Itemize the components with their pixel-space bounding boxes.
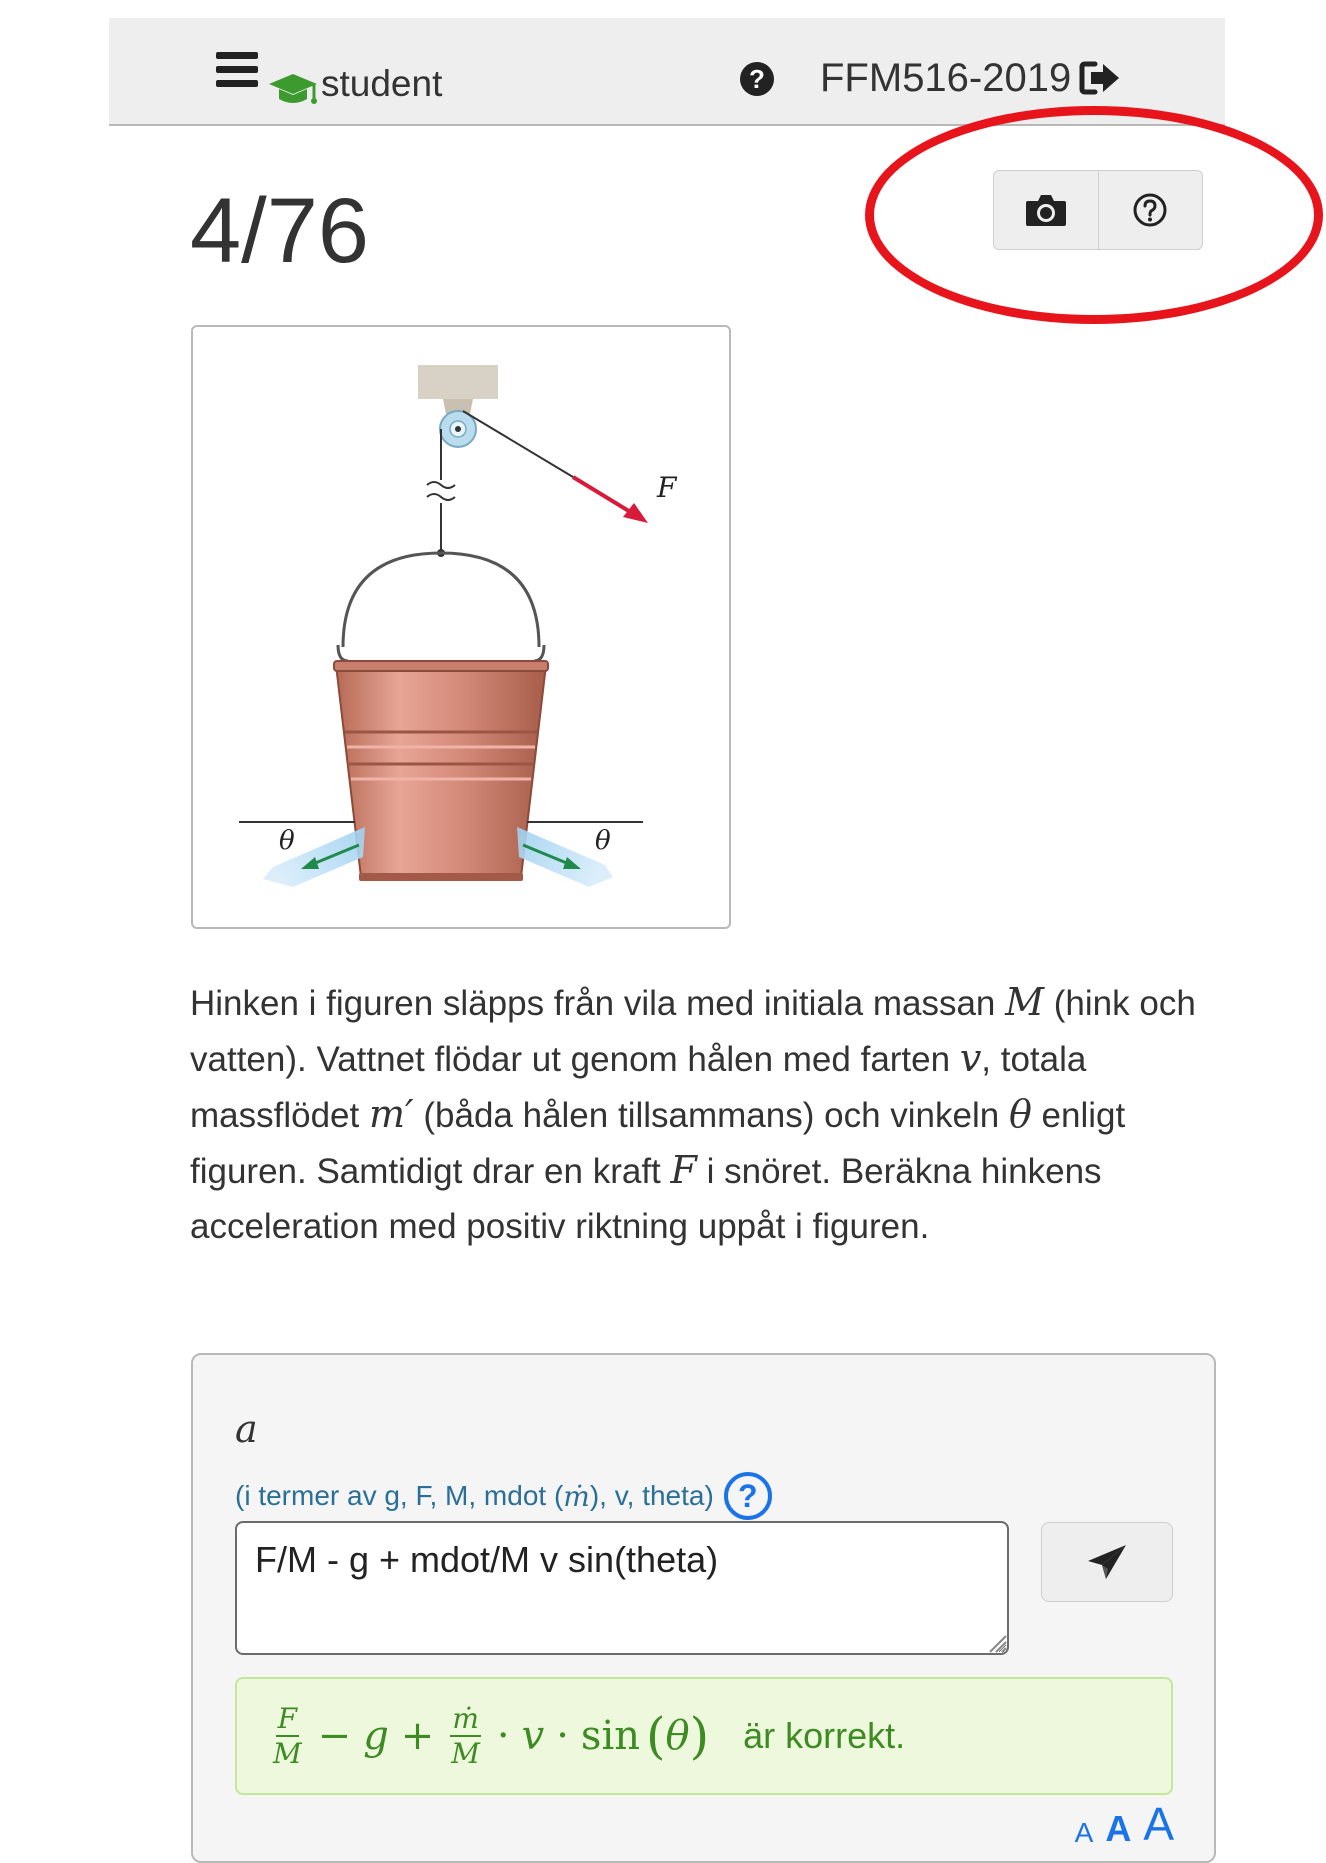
statement-text: (båda hålen tillsammans) och vinkeln (413, 1096, 1009, 1135)
problem-help-button[interactable] (1097, 171, 1203, 249)
math-theta: θ (665, 1713, 690, 1759)
answer-hint: (i termer av g, F, M, mdot ( ṁ ), v, the… (235, 1472, 772, 1520)
fraction-denominator: M (273, 1736, 302, 1770)
font-size-large-button[interactable]: A (1143, 1801, 1174, 1847)
camera-icon (1025, 195, 1066, 226)
bucket (334, 664, 548, 878)
course-code: FFM516-2019 (820, 56, 1072, 100)
graduation-cap-icon (269, 74, 317, 104)
fraction-numerator: F (275, 1701, 300, 1737)
sign-out-icon (1079, 61, 1120, 95)
dot-operator: · (556, 1713, 569, 1759)
feedback-result-text: är korrekt. (743, 1715, 906, 1756)
feedback-expression: F M − g + ṁ M · v · sin ( θ ) (269, 1701, 710, 1770)
hint-prefix: (i termer av g, F, M, mdot ( (235, 1480, 564, 1511)
force-arrow (571, 475, 639, 518)
math-v: v (959, 1036, 982, 1080)
feedback-alert: F M − g + ṁ M · v · sin ( θ ) är korrekt… (235, 1677, 1173, 1795)
font-size-medium-button[interactable]: A (1105, 1811, 1131, 1847)
problem-statement: Hinken i figuren släpps från vila med in… (190, 975, 1230, 1254)
font-size-small-button[interactable]: A (1075, 1819, 1094, 1847)
brand-link[interactable]: student (267, 48, 442, 108)
problem-title: 4/76 (190, 180, 370, 282)
hamburger-icon[interactable] (216, 52, 258, 88)
hint-suffix: ), v, theta) (589, 1480, 714, 1511)
brand-label: student (321, 63, 443, 104)
help-icon[interactable]: ? (740, 62, 774, 96)
course-logout-link[interactable]: FFM516-2019 (820, 58, 1121, 98)
math-v: v (521, 1713, 545, 1759)
font-size-controls: A A A (1075, 1801, 1174, 1847)
hint-mdot: ṁ (563, 1479, 590, 1513)
right-paren: ) (689, 1707, 710, 1765)
answer-card: a (i termer av g, F, M, mdot ( ṁ ), v, t… (191, 1353, 1216, 1863)
bucket-diagram: F θ θ (239, 365, 678, 887)
dot-operator: · (496, 1713, 510, 1759)
minus-sign: − (317, 1713, 352, 1759)
answer-input[interactable] (235, 1521, 1009, 1655)
paper-plane-icon (1088, 1545, 1126, 1579)
camera-button[interactable] (994, 171, 1098, 249)
problem-toolbar (993, 170, 1203, 250)
math-theta: θ (1008, 1092, 1032, 1136)
left-paren: ( (646, 1707, 666, 1765)
math-M: M (1005, 980, 1045, 1024)
statement-text: Hinken i figuren släpps från vila med in… (190, 984, 1006, 1023)
theta-label-right: θ (595, 826, 611, 856)
fraction-mdot-over-M: ṁ M (450, 1701, 481, 1770)
submit-button[interactable] (1041, 1522, 1173, 1602)
math-mdot: m′ (368, 1092, 414, 1136)
math-sin: sin (580, 1713, 641, 1759)
fraction-numerator: ṁ (450, 1701, 481, 1737)
theta-label-left: θ (279, 826, 295, 856)
problem-figure: F θ θ (191, 325, 731, 929)
plus-sign: + (400, 1713, 435, 1759)
math-g: g (363, 1713, 389, 1759)
math-F: F (670, 1148, 697, 1192)
force-label: F (656, 471, 678, 504)
question-circle-icon (1133, 193, 1167, 227)
ceiling-mount (418, 365, 498, 399)
fraction-F-over-M: F M (273, 1701, 302, 1770)
answer-variable: a (235, 1407, 258, 1451)
fraction-denominator: M (451, 1736, 480, 1770)
top-navbar: student ? FFM516-2019 (109, 18, 1225, 126)
hint-help-icon[interactable]: ? (723, 1472, 772, 1520)
